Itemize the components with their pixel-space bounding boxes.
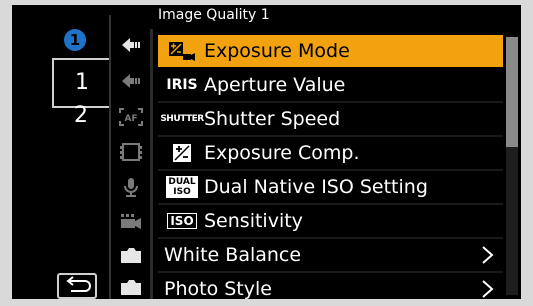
back-arrow-icon <box>66 276 91 292</box>
camera-menu-screen: Image Quality 1 1 1 2 AF Exposure Mode I… <box>12 5 521 299</box>
menu-list: Exposure Mode IRIS Aperture Value SHUTTE… <box>158 35 503 299</box>
menu-item-label: Shutter Speed <box>204 108 341 130</box>
menu-item-label: Exposure Mode <box>204 40 350 62</box>
menu-item-sensitivity[interactable]: ISO Sensitivity <box>158 205 503 239</box>
scrollbar-thumb[interactable] <box>506 37 518 147</box>
microphone-icon[interactable] <box>118 177 144 197</box>
film-icon[interactable] <box>118 142 144 162</box>
menu-item-white-balance[interactable]: White Balance <box>158 239 503 273</box>
scrollbar[interactable] <box>506 37 518 295</box>
iso-icon: ISO <box>164 213 200 229</box>
camera-settings-icon-2[interactable] <box>118 71 144 91</box>
divider <box>150 29 153 299</box>
menu-item-photo-style[interactable]: Photo Style <box>158 273 503 299</box>
camera-body-icon-2[interactable] <box>118 277 144 297</box>
divider <box>109 15 111 299</box>
iris-icon: IRIS <box>166 77 198 93</box>
menu-item-label: White Balance <box>164 244 302 266</box>
af-icon[interactable]: AF <box>118 107 144 127</box>
mode-badge: 1 <box>64 29 86 51</box>
menu-item-aperture-value[interactable]: IRIS Aperture Value <box>158 69 503 103</box>
dual-iso-icon: DUAL ISO <box>164 176 200 198</box>
shutter-icon: SHUTTER <box>160 114 204 124</box>
category-icon-column: AF <box>112 5 150 299</box>
menu-item-exposure-comp[interactable]: Exposure Comp. <box>158 137 503 171</box>
back-button[interactable] <box>57 273 97 299</box>
menu-item-dual-native-iso[interactable]: DUAL ISO Dual Native ISO Setting <box>158 171 503 205</box>
menu-item-label: Aperture Value <box>204 74 346 96</box>
menu-item-shutter-speed[interactable]: SHUTTER Shutter Speed <box>158 103 503 137</box>
camera-body-icon[interactable] <box>118 245 144 265</box>
page-title: Image Quality 1 <box>158 7 270 23</box>
video-camera-icon[interactable] <box>118 212 144 232</box>
chevron-right-icon <box>482 280 494 298</box>
tab-page-1[interactable]: 1 <box>52 58 110 108</box>
menu-item-label: Exposure Comp. <box>204 142 360 164</box>
chevron-right-icon <box>482 246 494 264</box>
svg-text:AF: AF <box>124 114 137 124</box>
exposure-mode-icon <box>164 40 200 62</box>
camera-settings-icon[interactable] <box>118 35 144 55</box>
left-tab-column: 1 1 2 <box>12 5 112 299</box>
menu-item-label: Sensitivity <box>204 210 303 232</box>
menu-item-label: Photo Style <box>164 278 272 299</box>
menu-item-exposure-mode[interactable]: Exposure Mode <box>158 35 503 67</box>
exposure-comp-icon <box>164 142 200 164</box>
tab-page-2[interactable]: 2 <box>66 103 96 128</box>
menu-item-label: Dual Native ISO Setting <box>204 176 428 198</box>
